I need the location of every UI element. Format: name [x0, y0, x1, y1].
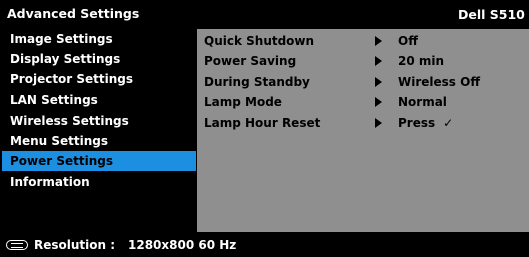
arrow-right-icon [375, 56, 382, 66]
sidebar-item-display-settings[interactable]: Display Settings [2, 49, 196, 69]
setting-value: Off [398, 34, 418, 48]
resolution-label: Resolution : [34, 238, 116, 252]
setting-row-lamp-mode[interactable]: Lamp Mode Normal [197, 92, 529, 112]
model-name: Dell S510 [458, 7, 525, 22]
sidebar-item-lan-settings[interactable]: LAN Settings [2, 90, 196, 110]
setting-label: Quick Shutdown [204, 34, 315, 48]
setting-value: 20 min [398, 54, 445, 68]
press-label: Press [398, 116, 436, 130]
settings-panel: Quick Shutdown Off Power Saving 20 min D… [197, 29, 529, 232]
setting-row-during-standby[interactable]: During Standby Wireless Off [197, 72, 529, 92]
arrow-right-icon [375, 77, 382, 87]
sidebar-item-projector-settings[interactable]: Projector Settings [2, 69, 196, 89]
resolution-value: 1280x800 60 Hz [128, 238, 237, 252]
setting-value: Press ✓ [398, 113, 453, 133]
sidebar-item-menu-settings[interactable]: Menu Settings [2, 131, 196, 151]
arrow-right-icon [375, 118, 382, 128]
setting-value: Wireless Off [398, 75, 481, 89]
osd-window: Advanced Settings Dell S510 Image Settin… [0, 0, 529, 257]
setting-row-quick-shutdown[interactable]: Quick Shutdown Off [197, 31, 529, 51]
sidebar-item-image-settings[interactable]: Image Settings [2, 29, 196, 49]
setting-row-lamp-hour-reset[interactable]: Lamp Hour Reset Press ✓ [197, 113, 529, 133]
title-bar: Advanced Settings Dell S510 [0, 0, 529, 27]
sidebar-item-power-settings[interactable]: Power Settings [2, 151, 196, 171]
arrow-right-icon [375, 36, 382, 46]
input-source-icon [6, 240, 28, 250]
sidebar-item-wireless-settings[interactable]: Wireless Settings [2, 111, 196, 131]
setting-label: Lamp Hour Reset [204, 116, 321, 130]
checkmark-icon: ✓ [443, 116, 454, 130]
sidebar-menu: Image Settings Display Settings Projecto… [0, 29, 197, 232]
setting-label: Power Saving [204, 54, 297, 68]
status-bar: Resolution : 1280x800 60 Hz [0, 234, 529, 257]
sidebar-item-information[interactable]: Information [2, 172, 196, 192]
setting-value: Normal [398, 95, 447, 109]
setting-label: During Standby [204, 75, 310, 89]
setting-label: Lamp Mode [204, 95, 282, 109]
arrow-right-icon [375, 97, 382, 107]
setting-row-power-saving[interactable]: Power Saving 20 min [197, 51, 529, 71]
menu-title: Advanced Settings [7, 6, 140, 21]
